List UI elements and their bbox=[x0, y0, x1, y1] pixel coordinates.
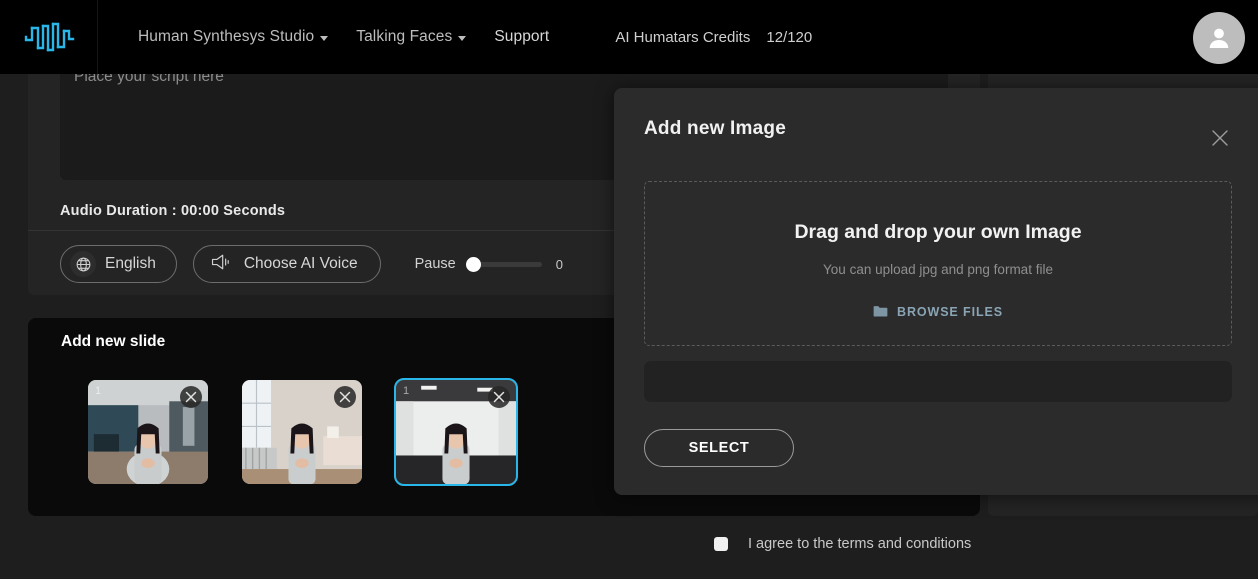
browse-files-label: BROWSE FILES bbox=[897, 304, 1003, 319]
pause-value: 0 bbox=[555, 256, 563, 272]
person-icon bbox=[1209, 28, 1229, 48]
nav-item-human-synthesys-studio[interactable]: Human Synthesys Studio bbox=[124, 28, 342, 46]
nav-links: Human Synthesys Studio Talking Faces Sup… bbox=[124, 0, 812, 74]
slide-number-badge: 1 bbox=[95, 385, 102, 397]
nav-item-label: Talking Faces bbox=[356, 28, 453, 45]
slide-thumbnail-list: 1 1 bbox=[86, 378, 518, 486]
megaphone-icon bbox=[210, 253, 232, 276]
image-dropzone[interactable]: Drag and drop your own Image You can upl… bbox=[644, 181, 1232, 346]
globe-icon bbox=[70, 251, 96, 277]
add-new-slide-title: Add new slide bbox=[61, 333, 166, 350]
browse-files-button[interactable]: BROWSE FILES bbox=[873, 305, 1003, 319]
credits-value: 12/120 bbox=[766, 28, 813, 46]
slide-number-badge: 1 bbox=[403, 385, 410, 397]
select-button-label: SELECT bbox=[688, 440, 750, 456]
app-root: Human Synthesys Studio Talking Faces Sup… bbox=[0, 0, 1258, 579]
close-icon[interactable] bbox=[1206, 124, 1234, 152]
top-navbar: Human Synthesys Studio Talking Faces Sup… bbox=[0, 0, 1258, 74]
add-new-image-modal: Add new Image Drag and drop your own Ima… bbox=[614, 88, 1258, 495]
dropzone-title: Drag and drop your own Image bbox=[794, 220, 1082, 243]
slide-thumbnail[interactable]: 1 bbox=[86, 378, 210, 486]
audio-duration-label: Audio Duration : 00:00 Seconds bbox=[60, 203, 286, 219]
language-button-label: English bbox=[105, 255, 156, 272]
folder-icon bbox=[873, 306, 888, 317]
editor-controls-row: English Choose AI Voice Pause 0 bbox=[60, 245, 563, 283]
modal-title: Add new Image bbox=[644, 118, 786, 139]
slide-thumbnail-selected[interactable]: 1 bbox=[394, 378, 518, 486]
choose-ai-voice-button[interactable]: Choose AI Voice bbox=[192, 245, 381, 283]
pause-slider[interactable] bbox=[465, 256, 542, 272]
remove-slide-icon[interactable] bbox=[180, 386, 202, 408]
chevron-down-icon bbox=[320, 36, 329, 41]
choose-ai-voice-label: Choose AI Voice bbox=[243, 255, 358, 272]
nav-item-support[interactable]: Support bbox=[480, 28, 563, 46]
terms-label: I agree to the terms and conditions bbox=[748, 536, 972, 552]
credits-label: AI Humatars Credits bbox=[615, 28, 751, 46]
image-name-input[interactable] bbox=[644, 361, 1232, 402]
pause-label: Pause bbox=[414, 256, 456, 272]
pause-control-group: Pause 0 bbox=[415, 256, 563, 272]
terms-row: I agree to the terms and conditions bbox=[714, 536, 971, 552]
remove-slide-icon[interactable] bbox=[488, 386, 510, 408]
terms-checkbox[interactable] bbox=[714, 537, 728, 551]
audio-waveform-logo-icon bbox=[24, 22, 74, 52]
dropzone-subtitle: You can upload jpg and png format file bbox=[823, 261, 1053, 277]
nav-item-label: Human Synthesys Studio bbox=[138, 28, 315, 45]
credits-display: AI Humatars Credits 12/120 bbox=[615, 29, 812, 46]
user-avatar[interactable] bbox=[1193, 12, 1245, 64]
remove-slide-icon[interactable] bbox=[334, 386, 356, 408]
pause-slider-knob[interactable] bbox=[465, 256, 481, 272]
nav-item-label: Support bbox=[494, 28, 550, 45]
slide-thumbnail[interactable] bbox=[240, 378, 364, 486]
select-button[interactable]: SELECT bbox=[644, 429, 794, 467]
chevron-down-icon bbox=[458, 36, 467, 41]
language-button[interactable]: English bbox=[60, 245, 177, 283]
app-logo[interactable] bbox=[0, 0, 98, 74]
nav-item-talking-faces[interactable]: Talking Faces bbox=[342, 28, 480, 46]
